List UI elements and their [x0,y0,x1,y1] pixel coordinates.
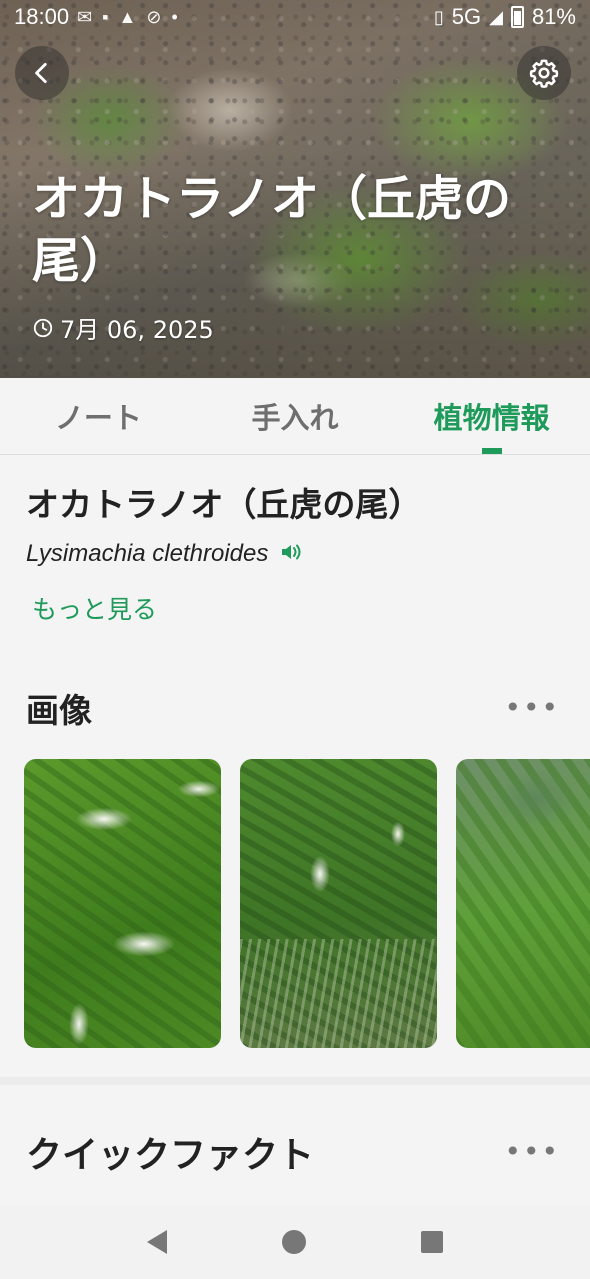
quick-facts-title: クイックファクト [26,1135,315,1176]
plant-image-3[interactable] [456,759,590,1048]
plant-image-2[interactable] [240,759,437,1048]
nav-recents-icon[interactable] [420,1231,443,1253]
see-more-link[interactable]: もっと見る [32,590,157,626]
scientific-name: Lysimachia clethroides [26,540,269,567]
plant-name: オカトラノオ（丘虎の尾） [26,485,422,524]
network-label: 5G [451,4,482,29]
system-nav-bar [0,1205,590,1279]
tab-bar: ノート 手入れ 植物情報 [0,378,590,455]
vibrate-icon: ▯ [433,7,444,27]
pronunciation-button[interactable] [280,541,304,567]
section-divider [0,1077,590,1085]
dot-icon: • [171,7,178,27]
page-title: オカトラノオ（丘虎の尾） [32,171,512,289]
nav-home-icon[interactable] [281,1230,306,1254]
images-section-title: 画像 [26,691,92,730]
quick-facts-header: クイックファクト ••• [26,1126,566,1178]
battery-percent: 81% [531,4,576,29]
battery-icon [510,6,524,28]
tab-notes[interactable]: ノート [0,378,197,454]
date-row: 7月 06, 2025 [32,310,214,345]
date-label: 7月 06, 2025 [60,316,214,344]
messenger-icon: ✉ [77,7,93,27]
warning-icon: ▲ [118,7,137,27]
chevron-left-icon [35,62,47,84]
tab-plant-info[interactable]: 植物情報 [393,378,590,454]
notification-icon: ▪ [102,7,109,27]
tab-care[interactable]: 手入れ [197,378,394,454]
settings-button[interactable] [517,46,571,100]
signal-icon: ◢ [489,7,503,27]
status-time: 18:00 [14,4,70,29]
status-bar: 18:00 ✉ ▪ ▲ ⊘ • ▯ 5G ◢ 81% [0,0,590,34]
images-section-header: 画像 ••• [26,684,566,732]
speaker-icon [282,544,301,560]
nav-back-icon[interactable] [147,1230,168,1254]
images-more-button[interactable]: ••• [498,688,566,728]
back-button[interactable] [15,46,69,100]
gear-icon [529,59,559,88]
plant-image-1[interactable] [24,759,221,1048]
scientific-name-row: Lysimachia clethroides [26,540,304,568]
hero-header: 18:00 ✉ ▪ ▲ ⊘ • ▯ 5G ◢ 81% オカトラノオ（丘虎の尾） … [0,0,590,378]
image-gallery[interactable] [24,759,590,1048]
clock-icon [33,318,53,337]
quick-facts-more-button[interactable]: ••• [498,1132,566,1172]
dnd-icon: ⊘ [146,7,162,27]
